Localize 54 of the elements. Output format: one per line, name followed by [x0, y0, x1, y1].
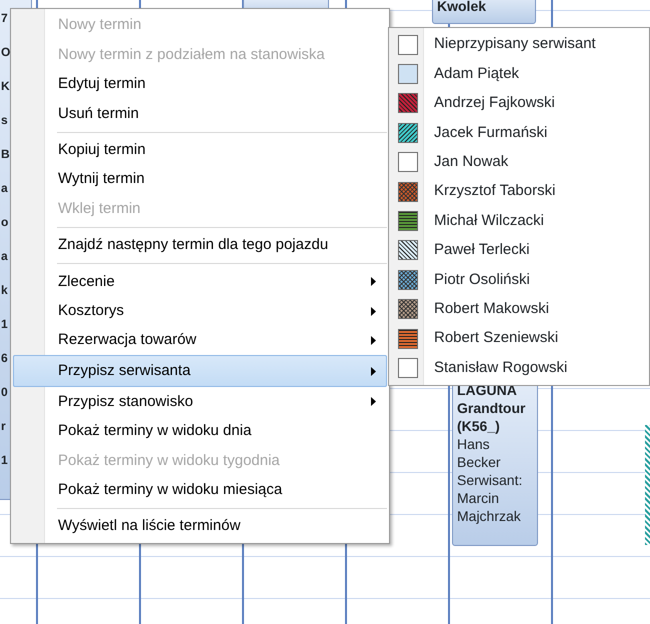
submenu-item[interactable]: Paweł Terlecki	[391, 236, 647, 266]
submenu-arrow-icon	[371, 306, 376, 316]
appointment-text: r	[1, 418, 7, 435]
appointment-text: o	[1, 214, 10, 231]
appointment-text: a	[1, 180, 9, 197]
appointment-text: (K56_)	[457, 417, 501, 435]
appointment-text: a	[1, 248, 9, 265]
appointment-text: O	[1, 44, 12, 61]
submenu-item[interactable]: Andrzej Fajkowski	[391, 88, 647, 118]
appointment-text: K	[1, 78, 11, 95]
menu-item[interactable]: Wytnij termin	[13, 164, 387, 194]
appointment-text: 7	[1, 10, 9, 27]
submenu-item[interactable]: Jan Nowak	[391, 148, 647, 177]
menu-item[interactable]: Zlecenie	[13, 267, 387, 297]
submenu-item[interactable]: Michał Wilczacki	[391, 206, 647, 236]
submenu-arrow-icon	[371, 277, 376, 286]
menu-item[interactable]: Kosztorys	[13, 296, 387, 326]
appointment-text: 1	[1, 316, 9, 333]
appointment-text: B	[1, 146, 11, 163]
appointment-text: LAGUNA	[457, 381, 518, 399]
submenu-item[interactable]: Jacek Furmański	[391, 118, 647, 148]
appointment-text: Marcin	[457, 489, 500, 507]
appointment-text: 0	[1, 384, 9, 401]
appointment-text: k	[1, 282, 9, 299]
menu-item[interactable]: Pokaż terminy w widoku dnia	[13, 416, 387, 446]
appointment-card[interactable]: Kwolek	[432, 0, 536, 24]
appointment-text: 1	[1, 452, 9, 469]
submenu-item[interactable]: Piotr Osoliński	[391, 265, 647, 295]
submenu-item[interactable]: Stanisław Rogowski	[391, 353, 647, 383]
appointment-text: Becker	[457, 453, 502, 471]
submenu-arrow-icon	[371, 366, 376, 376]
submenu-arrow-icon	[371, 397, 376, 406]
appointment-text: 6	[1, 350, 9, 367]
menu-item[interactable]: Edytuj termin	[13, 70, 387, 100]
menu-item[interactable]: Usuń termin	[13, 99, 387, 129]
appointment-text: Grandtour	[457, 399, 526, 417]
menu-item[interactable]: Znajdź następny termin dla tego pojazdu	[13, 230, 387, 260]
submenu-item[interactable]: Nieprzypisany serwisant	[391, 30, 647, 60]
menu-item[interactable]: Przypisz serwisanta	[13, 355, 387, 388]
submenu-arrow-icon	[371, 336, 376, 346]
appointment-text: Serwisant:	[457, 471, 524, 489]
appointment-text: s	[1, 112, 9, 129]
submenu-item[interactable]: Adam Piątek	[391, 59, 647, 89]
submenu-item[interactable]: Robert Szeniewski	[391, 324, 647, 354]
appointment-text: Kwolek	[437, 0, 488, 15]
menu-item[interactable]: Pokaż terminy w widoku miesiąca	[13, 475, 387, 505]
menu-item[interactable]: Kopiuj termin	[13, 136, 387, 165]
menu-item[interactable]: Przypisz stanowisko	[13, 387, 387, 417]
submenu-item[interactable]: Krzysztof Taborski	[391, 176, 647, 206]
submenu-item[interactable]: Robert Makowski	[391, 294, 647, 324]
menu-item[interactable]: Wyświetl na liście terminów	[13, 512, 387, 542]
menu-item[interactable]: Rezerwacja towarów	[13, 326, 387, 356]
appointment-text: Hans	[457, 435, 491, 453]
appointment-text: Majchrzak	[457, 507, 522, 525]
